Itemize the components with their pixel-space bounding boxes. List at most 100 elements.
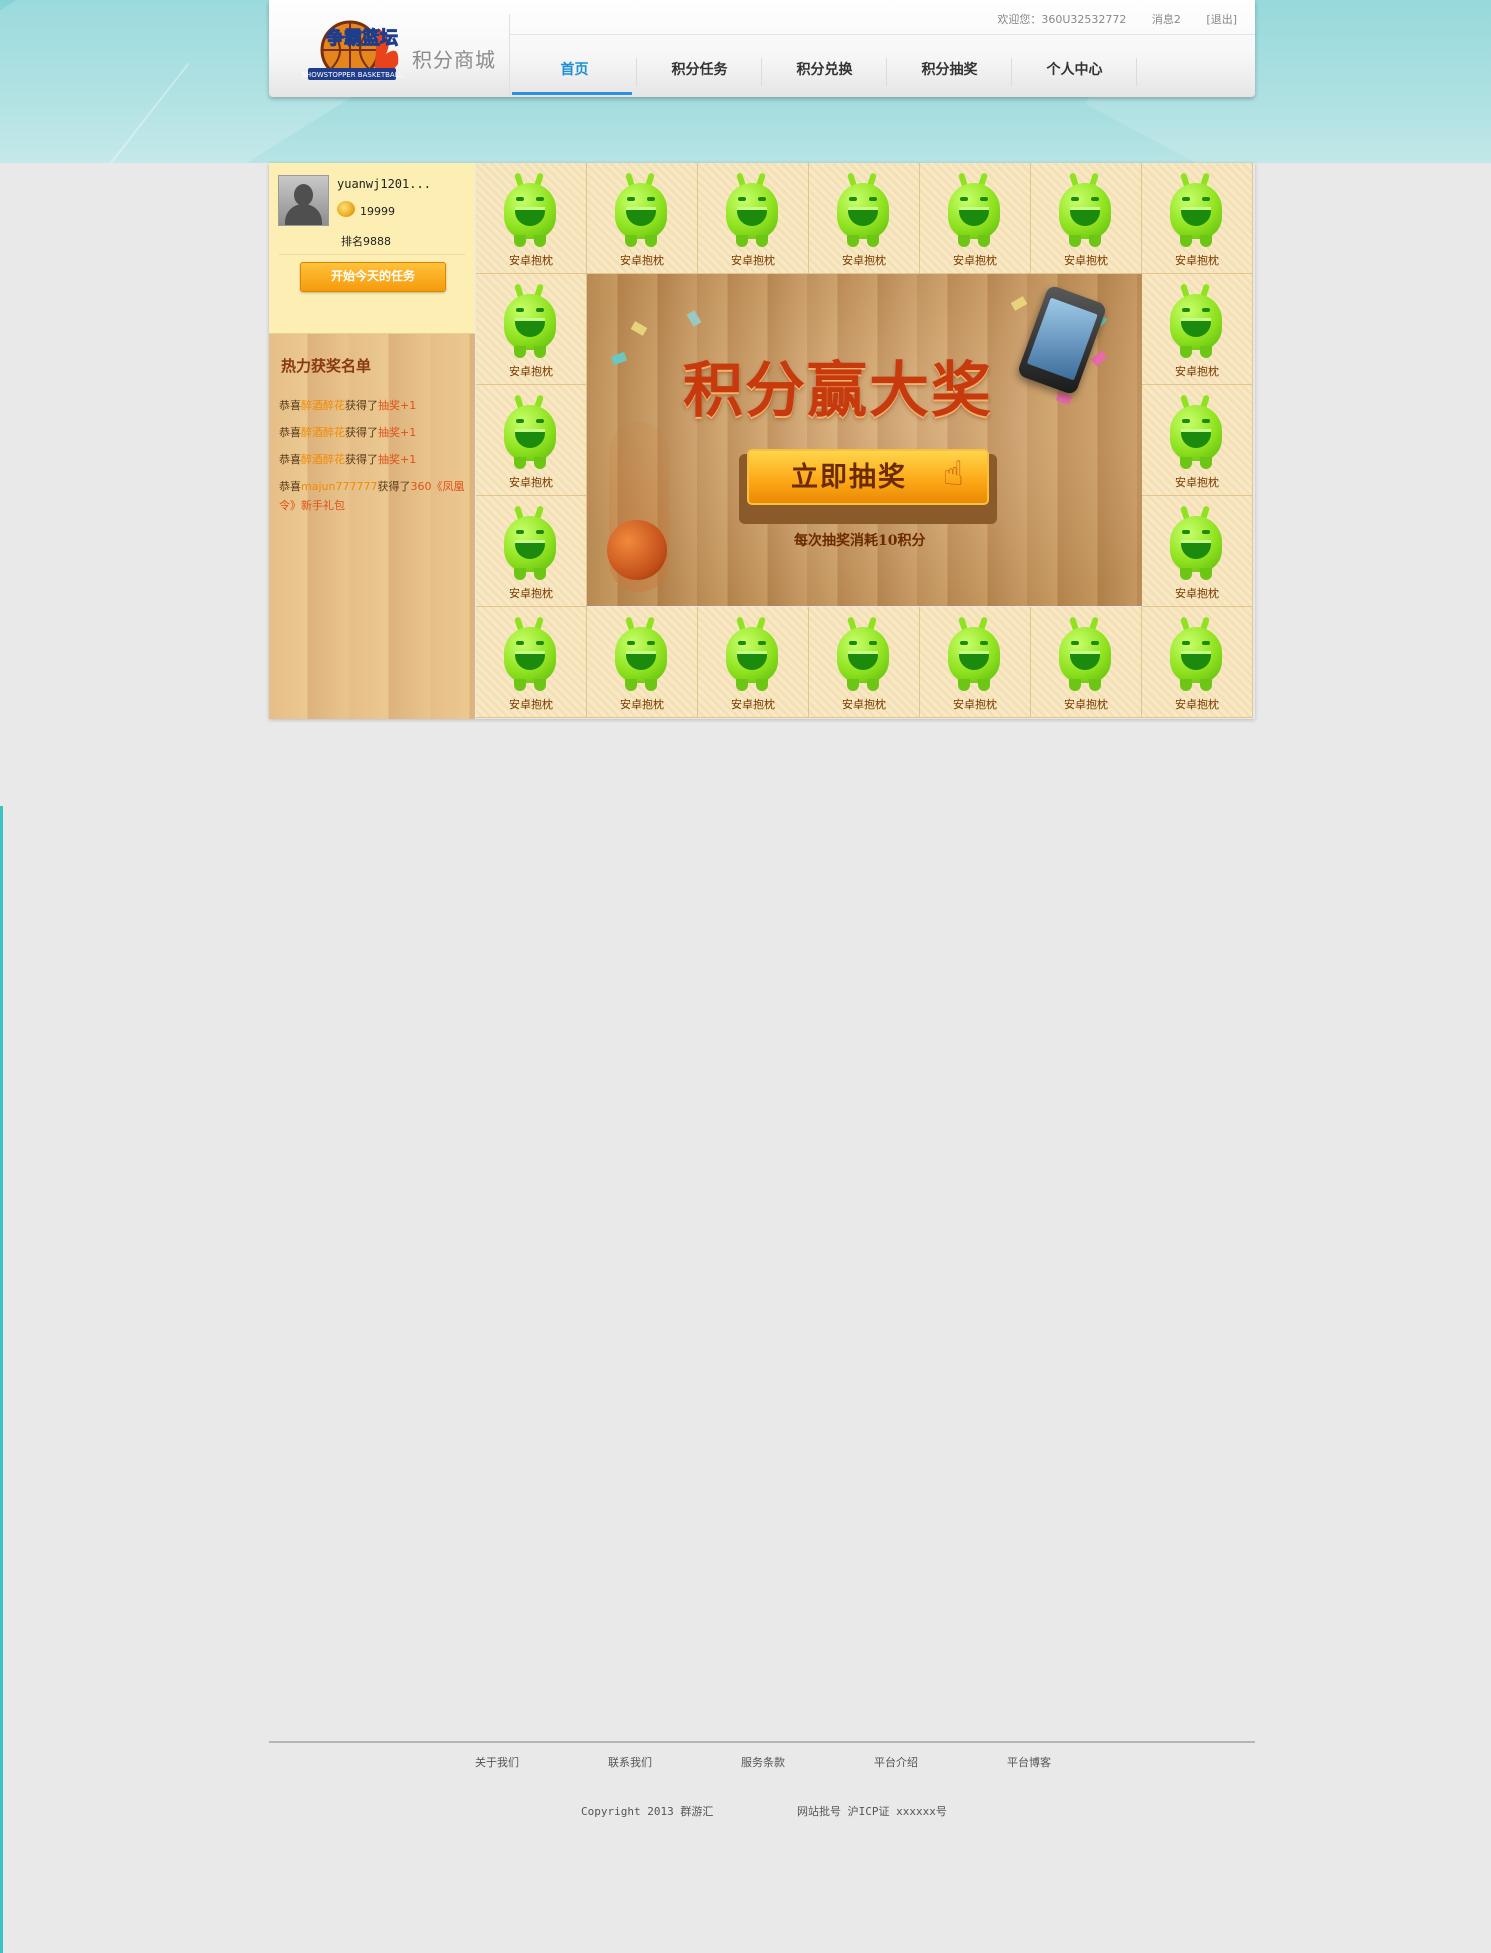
logo-caption: SHOWSTOPPER BASKETBALL xyxy=(302,71,403,79)
prize-cell[interactable]: 安卓抱枕 xyxy=(920,607,1031,718)
start-task-button[interactable]: 开始今天的任务 xyxy=(300,262,446,292)
winner-name[interactable]: 醉酒醉花 xyxy=(301,399,345,412)
android-bean-icon xyxy=(609,172,673,247)
footer-link-contact[interactable]: 联系我们 xyxy=(608,1754,741,1770)
lottery-banner: 积分赢大奖 立即抽奖 ☝ 每次抽奖消耗10积分 xyxy=(587,274,1142,606)
prize-cell[interactable]: 安卓抱枕 xyxy=(698,163,809,274)
android-bean-icon xyxy=(609,616,673,691)
nav-item-home[interactable]: 首页 xyxy=(512,56,637,97)
prize-label: 安卓抱枕 xyxy=(509,254,553,267)
prize-cell[interactable]: 安卓抱枕 xyxy=(1142,385,1253,496)
prize-cell[interactable]: 安卓抱枕 xyxy=(476,496,587,607)
prize-label: 安卓抱枕 xyxy=(509,587,553,600)
nav-item-profile[interactable]: 个人中心 xyxy=(1012,56,1137,97)
prize-cell[interactable]: 安卓抱枕 xyxy=(698,607,809,718)
winner-item: 恭喜醉酒醉花获得了抽奖+1 xyxy=(279,399,417,412)
main-panel: yuanwj1201... 19999 排名9888 开始今天的任务 热力获奖名… xyxy=(269,163,1255,719)
android-bean-icon xyxy=(1164,283,1228,358)
prize-grid: 积分赢大奖 立即抽奖 ☝ 每次抽奖消耗10积分 安卓抱枕 安卓抱枕 安卓抱枕 安卓抱枕… xyxy=(476,163,1255,719)
page-left-rule xyxy=(0,806,3,1953)
prize-cell[interactable]: 安卓抱枕 xyxy=(587,607,698,718)
winners-list: 恭喜醉酒醉花获得了抽奖+1 恭喜醉酒醉花获得了抽奖+1 恭喜醉酒醉花获得了抽奖+… xyxy=(279,396,467,523)
prize-cell[interactable]: 安卓抱枕 xyxy=(1031,163,1142,274)
prize-label: 安卓抱枕 xyxy=(731,254,775,267)
prize-cell[interactable]: 安卓抱枕 xyxy=(476,163,587,274)
prize-cell[interactable]: 安卓抱枕 xyxy=(920,163,1031,274)
footer-rule xyxy=(269,1741,1255,1743)
winner-prize: 抽奖+1 xyxy=(378,399,417,412)
prize-cell[interactable]: 安卓抱枕 xyxy=(1142,496,1253,607)
prize-cell[interactable]: 安卓抱枕 xyxy=(809,607,920,718)
prize-cell[interactable]: 安卓抱枕 xyxy=(587,163,698,274)
prize-label: 安卓抱枕 xyxy=(1064,698,1108,711)
prize-cell[interactable]: 安卓抱枕 xyxy=(809,163,920,274)
winners-title: 热力获奖名单 xyxy=(281,357,372,375)
icp-license: 网站批号 沪ICP证 xxxxxx号 xyxy=(797,1805,947,1818)
winner-name[interactable]: 醉酒醉花 xyxy=(301,426,345,439)
prize-label: 安卓抱枕 xyxy=(509,698,553,711)
android-bean-icon xyxy=(498,283,562,358)
basketball-icon xyxy=(607,520,667,580)
logout-link[interactable]: [退出] xyxy=(1206,13,1237,26)
prize-cell[interactable]: 安卓抱枕 xyxy=(476,607,587,718)
main-nav: 首页 积分任务 积分兑换 积分抽奖 个人中心 xyxy=(512,56,1137,97)
android-bean-icon xyxy=(942,616,1006,691)
prize-label: 安卓抱枕 xyxy=(953,698,997,711)
footer-links: 关于我们 联系我们 服务条款 平台介绍 平台博客 xyxy=(475,1754,1140,1770)
rank-text: 排名9888 xyxy=(341,235,391,248)
winner-item: 恭喜醉酒醉花获得了抽奖+1 xyxy=(279,426,417,439)
prize-cell[interactable]: 安卓抱枕 xyxy=(1142,607,1253,718)
prize-label: 安卓抱枕 xyxy=(1175,476,1219,489)
android-bean-icon xyxy=(1164,505,1228,580)
prize-label: 安卓抱枕 xyxy=(1064,254,1108,267)
android-bean-icon xyxy=(498,616,562,691)
prize-label: 安卓抱枕 xyxy=(1175,254,1219,267)
prize-label: 安卓抱枕 xyxy=(842,698,886,711)
android-bean-icon xyxy=(1164,394,1228,469)
footer-link-about[interactable]: 关于我们 xyxy=(475,1754,608,1770)
points-value: 19999 xyxy=(360,205,395,218)
footer-link-blog[interactable]: 平台博客 xyxy=(1007,1754,1140,1770)
android-bean-icon xyxy=(720,616,784,691)
prize-cell[interactable]: 安卓抱枕 xyxy=(1142,274,1253,385)
android-bean-icon xyxy=(1164,172,1228,247)
prize-label: 安卓抱枕 xyxy=(1175,587,1219,600)
nav-item-lottery[interactable]: 积分抽奖 xyxy=(887,56,1012,97)
prize-cell[interactable]: 安卓抱枕 xyxy=(476,274,587,385)
footer-link-platform[interactable]: 平台介绍 xyxy=(874,1754,1007,1770)
avatar[interactable] xyxy=(278,175,329,226)
winner-prize: 抽奖+1 xyxy=(378,426,417,439)
prize-cell[interactable]: 安卓抱枕 xyxy=(1031,607,1142,718)
android-bean-icon xyxy=(831,616,895,691)
prize-label: 安卓抱枕 xyxy=(731,698,775,711)
android-bean-icon xyxy=(1164,616,1228,691)
welcome-text: 欢迎您：360U32532772 xyxy=(997,13,1127,26)
footer-link-terms[interactable]: 服务条款 xyxy=(741,1754,874,1770)
nav-item-tasks[interactable]: 积分任务 xyxy=(637,56,762,97)
prize-cell[interactable]: 安卓抱枕 xyxy=(1142,163,1253,274)
prize-label: 安卓抱枕 xyxy=(1175,365,1219,378)
sidebar: yuanwj1201... 19999 排名9888 开始今天的任务 热力获奖名… xyxy=(269,163,475,719)
nav-item-exchange[interactable]: 积分兑换 xyxy=(762,56,887,97)
prize-label: 安卓抱枕 xyxy=(509,365,553,378)
android-bean-icon xyxy=(498,505,562,580)
winner-name[interactable]: majun777777 xyxy=(301,480,377,493)
prize-label: 安卓抱枕 xyxy=(953,254,997,267)
prize-label: 安卓抱枕 xyxy=(842,254,886,267)
prize-label: 安卓抱枕 xyxy=(620,698,664,711)
site-header: SHOWSTOPPER BASKETBALL 争霸篮坛 积分商城 欢迎您：360… xyxy=(269,0,1255,97)
profile-box: yuanwj1201... 19999 排名9888 开始今天的任务 xyxy=(269,163,475,334)
android-bean-icon xyxy=(1053,616,1117,691)
winner-name[interactable]: 醉酒醉花 xyxy=(301,453,345,466)
messages-link[interactable]: 消息2 xyxy=(1152,13,1181,26)
android-bean-icon xyxy=(498,172,562,247)
prize-label: 安卓抱枕 xyxy=(1175,698,1219,711)
copyright: Copyright 2013 群游汇 xyxy=(581,1805,714,1818)
android-bean-icon xyxy=(831,172,895,247)
logo-subtitle: 积分商城 xyxy=(412,50,496,72)
prize-cell[interactable]: 安卓抱枕 xyxy=(476,385,587,496)
hand-pointer-icon: ☝ xyxy=(943,454,964,494)
user-bar: 欢迎您：360U32532772 消息2 [退出] xyxy=(997,11,1237,27)
banner-title: 积分赢大奖 xyxy=(683,356,993,426)
basketball-logo[interactable]: SHOWSTOPPER BASKETBALL 争霸篮坛 xyxy=(302,14,407,84)
